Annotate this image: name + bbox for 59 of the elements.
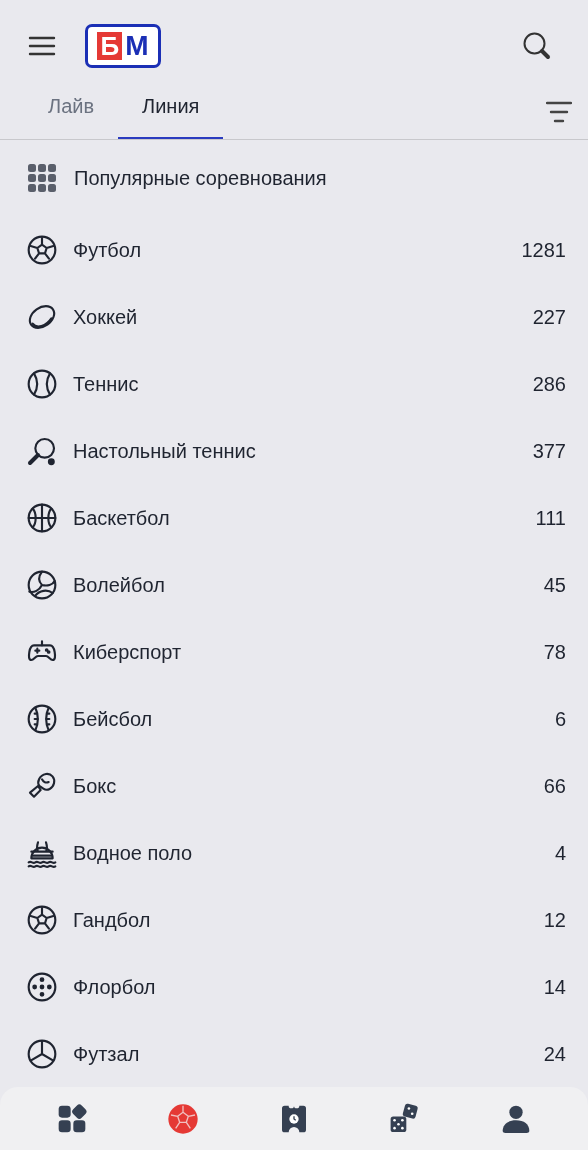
sport-item[interactable]: Гандбол 12 <box>0 886 588 954</box>
sport-name: Настольный теннис <box>73 438 256 464</box>
sport-item[interactable]: Бейсбол 6 <box>0 685 588 753</box>
sport-item[interactable]: Флорбол 14 <box>0 953 588 1021</box>
sport-name: Киберспорт <box>73 639 182 665</box>
sport-name: Волейбол <box>73 572 165 598</box>
volleyball-icon <box>26 568 58 601</box>
popular-item[interactable]: Популярные соревнования <box>0 140 588 217</box>
sport-item[interactable]: Футзал 24 <box>0 1020 588 1088</box>
sport-name: Футзал <box>73 1041 140 1067</box>
event-count: 14 <box>543 974 566 1000</box>
tab[interactable]: Линия <box>118 91 224 140</box>
menu-icon <box>28 36 56 57</box>
soccer-ball-icon <box>26 233 58 266</box>
grid-icon <box>28 164 56 193</box>
sport-name: Флорбол <box>73 974 156 1000</box>
event-count: 78 <box>543 639 566 665</box>
sport-name: Бокс <box>73 773 117 799</box>
filter-button[interactable] <box>546 101 572 124</box>
search-icon <box>522 31 552 62</box>
sport-item[interactable]: Футбол 1281 <box>0 216 588 284</box>
sport-item[interactable]: Хоккей 227 <box>0 283 588 351</box>
search-button[interactable] <box>522 31 552 62</box>
sport-name: Бейсбол <box>73 706 153 732</box>
sport-name: Хоккей <box>73 304 138 330</box>
sport-name: Баскетбол <box>73 505 170 531</box>
basketball-icon <box>26 501 58 534</box>
event-count: 286 <box>532 371 566 397</box>
event-count: 111 <box>535 505 566 531</box>
event-count: 45 <box>543 572 566 598</box>
sport-name: Водное поло <box>73 840 193 866</box>
ball-icon <box>166 1102 199 1135</box>
sport-item[interactable]: Бокс 66 <box>0 752 588 820</box>
sport-item[interactable]: Киберспорт 78 <box>0 618 588 686</box>
sport-item[interactable]: Волейбол 45 <box>0 551 588 619</box>
tab[interactable]: Лайв <box>24 91 119 140</box>
sport-item[interactable]: Водное поло 4 <box>0 819 588 887</box>
logo-letter: Б <box>97 32 123 61</box>
event-count: 66 <box>543 773 566 799</box>
baseball-icon <box>26 702 58 735</box>
event-count: 6 <box>554 706 566 732</box>
event-count: 24 <box>543 1041 566 1067</box>
event-count: 4 <box>554 840 566 866</box>
logo-letter: М <box>125 32 149 61</box>
event-count: 1281 <box>521 237 566 263</box>
sport-item[interactable]: Баскетбол 111 <box>0 484 588 552</box>
sport-name: Теннис <box>73 371 139 397</box>
filter-icon <box>546 101 572 124</box>
event-count: 377 <box>532 438 566 464</box>
sport-name: Гандбол <box>73 907 151 933</box>
soccer-ball-icon <box>26 903 58 936</box>
event-count: 227 <box>532 304 566 330</box>
event-count: 12 <box>543 907 566 933</box>
ball-icon <box>26 1037 58 1070</box>
sport-name: Футбол <box>73 237 142 263</box>
dotted-ball-icon <box>26 970 58 1003</box>
sport-item[interactable]: Настольный теннис 377 <box>0 417 588 485</box>
tennis-ball-icon <box>26 367 58 400</box>
sport-item[interactable]: Теннис 286 <box>0 350 588 418</box>
